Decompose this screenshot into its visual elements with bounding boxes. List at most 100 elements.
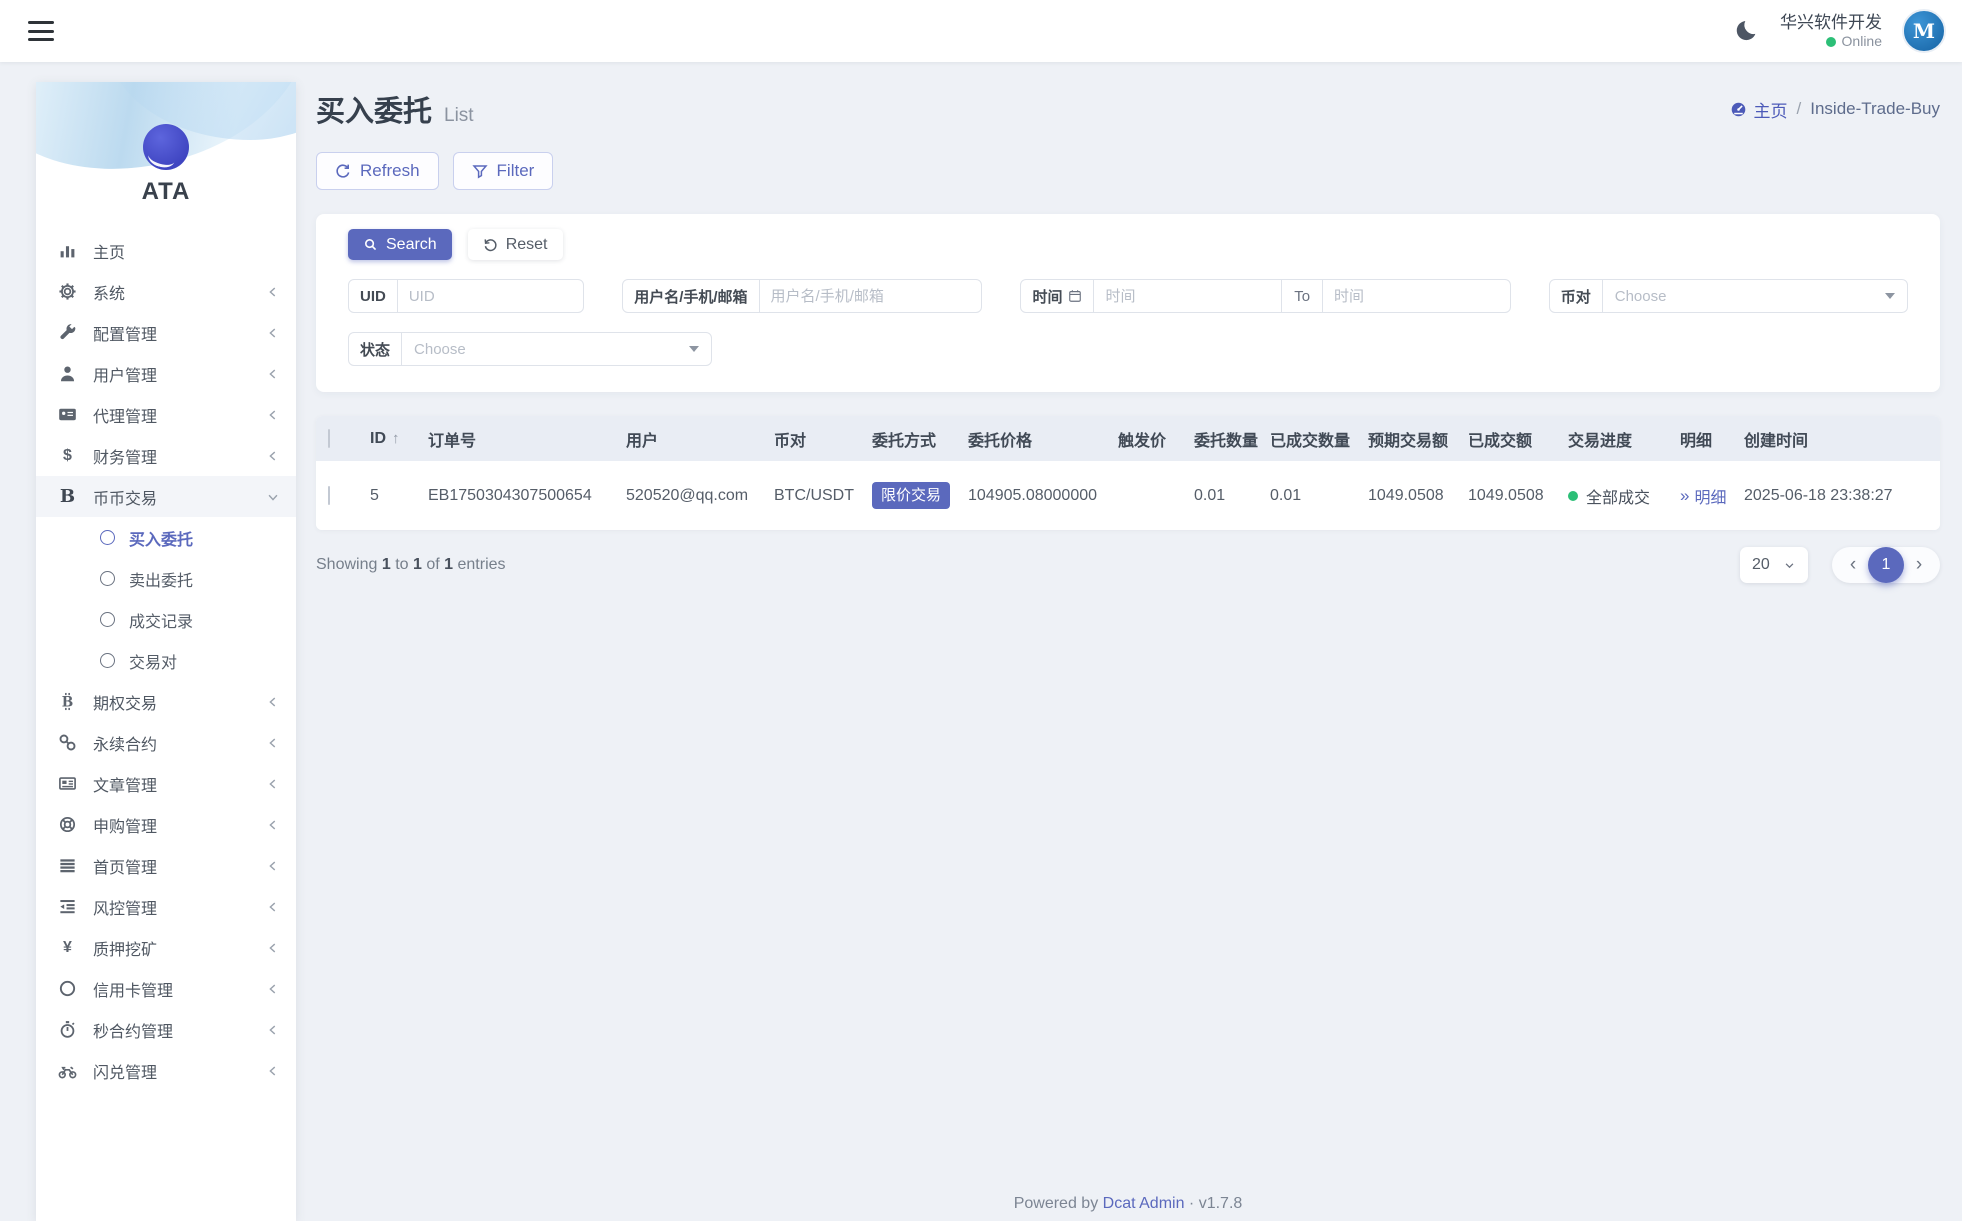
sidebar-item-spot-trade[interactable]: B 币币交易 — [36, 476, 296, 517]
chevron-down-icon — [266, 490, 280, 504]
sidebar-item-agents[interactable]: 代理管理 — [36, 394, 296, 435]
sidebar-item-articles[interactable]: 文章管理 — [36, 763, 296, 804]
time-end-input[interactable] — [1323, 280, 1510, 312]
arrow-up-icon[interactable]: ↑ — [392, 430, 400, 447]
user-menu[interactable]: 华兴软件开发 Online — [1780, 12, 1882, 51]
sidebar-item-label: 闪兑管理 — [93, 1059, 266, 1083]
col-pair: 币对 — [762, 416, 860, 461]
time-start-input[interactable] — [1094, 280, 1281, 312]
search-button[interactable]: Search — [348, 229, 452, 260]
sidebar-item-credit-card[interactable]: 信用卡管理 — [36, 968, 296, 1009]
sidebar-item-seconds-contract[interactable]: 秒合约管理 — [36, 1009, 296, 1050]
double-chevron-right-icon: » — [1680, 486, 1689, 506]
footer: Powered by Dcat Admin · v1.7.8 — [316, 1195, 1940, 1213]
hamburger-icon[interactable] — [28, 21, 54, 41]
chevron-left-icon — [266, 859, 280, 873]
version-label: v1.7.8 — [1199, 1195, 1243, 1212]
sidebar-item-config[interactable]: 配置管理 — [36, 312, 296, 353]
sidebar-item-label: 主页 — [93, 239, 280, 263]
filter-button[interactable]: Filter — [453, 152, 554, 190]
user-input[interactable] — [760, 280, 982, 312]
sidebar-item-subscription[interactable]: 申购管理 — [36, 804, 296, 845]
moon-icon[interactable] — [1736, 19, 1760, 43]
sidebar-subitem-label: 卖出委托 — [129, 567, 193, 591]
refresh-button[interactable]: Refresh — [316, 152, 439, 190]
select-all-checkbox[interactable] — [328, 429, 330, 448]
sidebar-item-finance[interactable]: $ 财务管理 — [36, 435, 296, 476]
entrust-type-badge: 限价交易 — [872, 482, 950, 509]
sidebar-subitem-trade-pairs[interactable]: 交易对 — [36, 640, 296, 681]
sidebar-item-label: 信用卡管理 — [93, 977, 266, 1001]
brand-logo-icon — [143, 124, 189, 170]
sidebar-subitem-sell-orders[interactable]: 卖出委托 — [36, 558, 296, 599]
cell-created-at: 2025-06-18 23:38:27 — [1732, 461, 1940, 530]
pair-select[interactable]: Choose — [1603, 280, 1907, 312]
sidebar: ATA 主页 系统 配置管理 — [36, 82, 296, 1221]
sidebar-item-users[interactable]: 用户管理 — [36, 353, 296, 394]
sidebar-item-system[interactable]: 系统 — [36, 271, 296, 312]
prev-page-button[interactable]: ‹ — [1838, 547, 1868, 583]
breadcrumb-home[interactable]: 主页 — [1730, 97, 1788, 122]
outdent-icon — [58, 897, 77, 916]
circle-o-icon — [100, 530, 115, 545]
sidebar-item-label: 首页管理 — [93, 854, 266, 878]
col-user: 用户 — [614, 416, 762, 461]
status-field-group: 状态 Choose — [348, 332, 712, 366]
sidebar-subitem-buy-orders[interactable]: 买入委托 — [36, 517, 296, 558]
pagination: ‹ 1 › — [1832, 547, 1940, 583]
top-navbar: 华兴软件开发 Online M — [0, 0, 1962, 62]
dashboard-icon — [1730, 101, 1747, 118]
chain-icon — [58, 733, 77, 752]
detail-link[interactable]: » 明细 — [1680, 484, 1720, 508]
cell-trigger-price — [1106, 461, 1182, 530]
next-page-button[interactable]: › — [1904, 547, 1934, 583]
row-checkbox[interactable] — [328, 486, 330, 505]
user-icon — [58, 364, 77, 383]
dollar-icon: $ — [58, 446, 77, 465]
sidebar-subitem-trade-records[interactable]: 成交记录 — [36, 599, 296, 640]
col-trigger-price: 触发价 — [1106, 416, 1182, 461]
status-select[interactable]: Choose — [402, 333, 711, 365]
sidebar-item-label: 质押挖矿 — [93, 936, 266, 960]
sidebar-item-risk-control[interactable]: 风控管理 — [36, 886, 296, 927]
caret-down-icon — [689, 346, 699, 352]
entries-summary: Showing 1 to 1 of 1 entries — [316, 556, 506, 574]
online-dot-icon — [1826, 37, 1836, 47]
cell-id: 5 — [358, 461, 416, 530]
reset-button[interactable]: Reset — [468, 229, 563, 260]
chevron-left-icon — [266, 941, 280, 955]
yen-icon: ¥ — [58, 938, 77, 957]
col-id: ID — [370, 430, 386, 447]
caret-down-icon — [1885, 293, 1895, 299]
chevron-left-icon — [266, 367, 280, 381]
sidebar-item-staking[interactable]: ¥ 质押挖矿 — [36, 927, 296, 968]
chevron-left-icon — [266, 695, 280, 709]
sidebar-item-options-trade[interactable]: B 期权交易 — [36, 681, 296, 722]
sidebar-item-perpetual[interactable]: 永续合约 — [36, 722, 296, 763]
id-card-icon — [58, 405, 77, 424]
to-label: To — [1281, 280, 1323, 312]
avatar[interactable]: M — [1902, 9, 1946, 53]
chevron-down-icon — [1784, 560, 1795, 571]
cell-pair: BTC/USDT — [762, 461, 860, 530]
bitcoin-icon: B — [58, 692, 77, 711]
sidebar-item-label: 代理管理 — [93, 403, 266, 427]
sidebar-item-homepage[interactable]: 首页管理 — [36, 845, 296, 886]
sidebar-item-home[interactable]: 主页 — [36, 230, 296, 271]
stopwatch-icon — [58, 1020, 77, 1039]
sidebar-subitem-label: 买入委托 — [129, 526, 193, 550]
cell-price: 104905.08000000 — [956, 461, 1106, 530]
col-filled-total: 已成交额 — [1456, 416, 1556, 461]
current-page-button[interactable]: 1 — [1868, 547, 1904, 583]
per-page-select[interactable]: 20 — [1740, 547, 1808, 583]
dcat-admin-link[interactable]: Dcat Admin — [1103, 1195, 1185, 1212]
breadcrumb-separator: / — [1797, 99, 1802, 119]
col-progress: 交易进度 — [1556, 416, 1668, 461]
table-header-row: ID↑ 订单号 用户 币对 委托方式 委托价格 触发价 委托数量 已成交数量 预… — [316, 416, 1940, 461]
chevron-left-icon — [266, 326, 280, 340]
sidebar-item-flash-exchange[interactable]: 闪兑管理 — [36, 1050, 296, 1091]
col-amount: 委托数量 — [1182, 416, 1258, 461]
search-panel: Search Reset UID 用户名/手机/邮箱 时间 — [316, 214, 1940, 392]
uid-input[interactable] — [398, 280, 583, 312]
filter-icon — [472, 163, 488, 179]
